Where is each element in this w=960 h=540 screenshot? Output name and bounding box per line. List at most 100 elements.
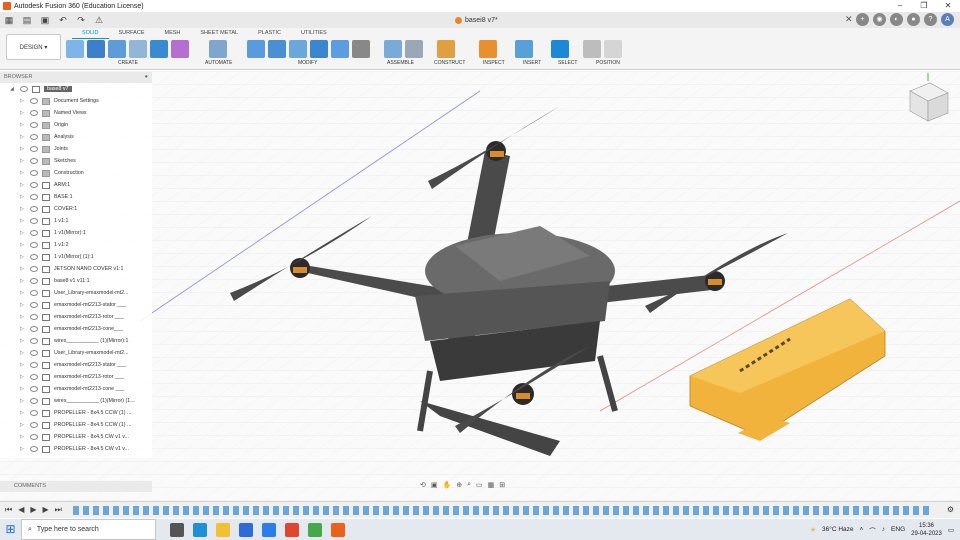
notifications-icon[interactable]: ● (907, 13, 920, 26)
expand-icon[interactable]: ▷ (20, 242, 26, 248)
browser-item[interactable]: ▷ Origin (0, 119, 152, 131)
timeline-start-button[interactable]: ⏮ (5, 505, 12, 515)
visibility-icon[interactable] (30, 350, 38, 356)
expand-icon[interactable]: ▷ (20, 110, 26, 116)
browser-item[interactable]: ▷ 1 v1(Mirror) (1):1 (0, 251, 152, 263)
look-at-icon[interactable]: ▣ (431, 481, 438, 489)
file-explorer-icon[interactable] (216, 522, 230, 537)
apps-grid-icon[interactable]: ▦ (2, 14, 16, 26)
visibility-icon[interactable] (30, 218, 38, 224)
visibility-icon[interactable] (30, 386, 38, 392)
shell-icon[interactable] (310, 40, 328, 58)
browser-item[interactable]: ▷ wires___________ (1)(Mirror):1 (0, 335, 152, 347)
zoom-icon[interactable]: ⊕ (456, 481, 462, 489)
expand-icon[interactable]: ▷ (20, 290, 26, 296)
visibility-icon[interactable] (30, 326, 38, 332)
fillet-icon[interactable] (268, 40, 286, 58)
browser-item[interactable]: ▷ 1 v1:1 (0, 215, 152, 227)
combine-icon[interactable] (331, 40, 349, 58)
new-sketch-icon[interactable] (66, 40, 84, 58)
timeline-end-button[interactable]: ⏭ (55, 505, 62, 515)
press-pull-icon[interactable] (247, 40, 265, 58)
clock[interactable]: 15:36 29-04-2023 (911, 522, 942, 538)
expand-icon[interactable]: ▷ (20, 410, 26, 416)
visibility-icon[interactable] (30, 230, 38, 236)
document-tab[interactable]: basei8 v7* ✕ (455, 12, 853, 28)
visibility-icon[interactable] (30, 266, 38, 272)
expand-icon[interactable]: ▷ (20, 302, 26, 308)
browser-item[interactable]: ▷ PROPELLER - 8x4.5 CCW (1) ... (0, 407, 152, 419)
visibility-icon[interactable] (30, 302, 38, 308)
visibility-icon[interactable] (30, 410, 38, 416)
tab-plastic[interactable]: PLASTIC (248, 28, 291, 39)
browser-item[interactable]: ▷ Named Views (0, 107, 152, 119)
new-component-icon[interactable] (384, 40, 402, 58)
group-modify[interactable]: MODIFY (298, 60, 317, 66)
visibility-icon[interactable] (30, 98, 38, 104)
visibility-icon[interactable] (30, 338, 38, 344)
expand-icon[interactable]: ▷ (20, 326, 26, 332)
expand-icon[interactable]: ▷ (20, 422, 26, 428)
group-create[interactable]: CREATE (118, 60, 138, 66)
visibility-icon[interactable] (30, 254, 38, 260)
group-inspect[interactable]: INSPECT (483, 60, 505, 66)
select-icon[interactable] (551, 40, 569, 58)
visibility-icon[interactable] (30, 146, 38, 152)
grid-settings-icon[interactable]: ▦ (488, 481, 495, 489)
tray-arrow-icon[interactable]: ˄ (860, 526, 864, 533)
file-menu-icon[interactable]: ▤ (20, 14, 34, 26)
new-tab-icon[interactable]: + (856, 13, 869, 26)
offset-plane-icon[interactable] (437, 40, 455, 58)
visibility-icon[interactable] (30, 182, 38, 188)
browser-item[interactable]: ▷ Joints (0, 143, 152, 155)
timeline-forward-button[interactable]: ▶ (43, 505, 49, 515)
visibility-icon[interactable] (30, 158, 38, 164)
tab-utilities[interactable]: UTILITIES (291, 28, 337, 39)
job-status-icon[interactable]: ◐ (890, 13, 903, 26)
position-icon[interactable] (583, 40, 601, 58)
browser-item[interactable]: ▷ BASE:1 (0, 191, 152, 203)
insert-image-icon[interactable] (515, 40, 533, 58)
tab-solid[interactable]: SOLID (72, 28, 109, 39)
orbit-icon[interactable]: ⟲ (420, 481, 426, 489)
expand-icon[interactable]: ▷ (20, 146, 26, 152)
tab-surface[interactable]: SURFACE (109, 28, 155, 39)
visibility-icon[interactable] (30, 434, 38, 440)
maximize-button[interactable]: ❐ (912, 0, 936, 12)
browser-item[interactable]: ▷ emaxmodel-mt2213-cone___ (0, 323, 152, 335)
expand-icon[interactable]: ▷ (20, 158, 26, 164)
browser-item[interactable]: ▷ emaxmodel-mt2213-cone ___ (0, 383, 152, 395)
expand-icon[interactable]: ▷ (20, 314, 26, 320)
pan-icon[interactable]: ✋ (443, 481, 452, 489)
visibility-icon[interactable] (30, 362, 38, 368)
pattern-icon[interactable] (150, 40, 168, 58)
group-position[interactable]: POSITION (596, 60, 620, 66)
hole-icon[interactable] (129, 40, 147, 58)
undo-icon[interactable]: ↶ (56, 14, 70, 26)
volume-icon[interactable]: ♪ (882, 526, 885, 533)
save-icon[interactable]: ▣ (38, 14, 52, 26)
brave-icon[interactable] (285, 522, 299, 537)
browser-item[interactable]: ▷ JETSON NANO COVER v1:1 (0, 263, 152, 275)
browser-item[interactable]: ▷ 1 v1(Mirror):1 (0, 227, 152, 239)
expand-icon[interactable]: ▷ (20, 98, 26, 104)
extrude-icon[interactable] (87, 40, 105, 58)
comments-panel[interactable]: COMMENTS (0, 481, 152, 492)
group-insert[interactable]: INSERT (523, 60, 541, 66)
joint-icon[interactable] (405, 40, 423, 58)
browser-item[interactable]: ▷ emaxmodel-mt2213-rotor ___ (0, 311, 152, 323)
chrome-icon[interactable] (308, 522, 322, 537)
visibility-icon[interactable] (30, 278, 38, 284)
expand-icon[interactable]: ▷ (20, 446, 26, 452)
tab-mesh[interactable]: MESH (155, 28, 191, 39)
browser-item[interactable]: ▷ PROPELLER - 8x4.5 CCW (1) ... (0, 419, 152, 431)
visibility-icon[interactable] (30, 122, 38, 128)
browser-item[interactable]: ▷ COVER:1 (0, 203, 152, 215)
group-select[interactable]: SELECT (558, 60, 577, 66)
redo-icon[interactable]: ↷ (74, 14, 88, 26)
extensions-icon[interactable]: ◉ (873, 13, 886, 26)
move-icon[interactable] (352, 40, 370, 58)
warning-icon[interactable]: ⚠ (92, 14, 106, 26)
browser-item[interactable]: ▷ Analysis (0, 131, 152, 143)
browser-item[interactable]: ▷ ARM:1 (0, 179, 152, 191)
